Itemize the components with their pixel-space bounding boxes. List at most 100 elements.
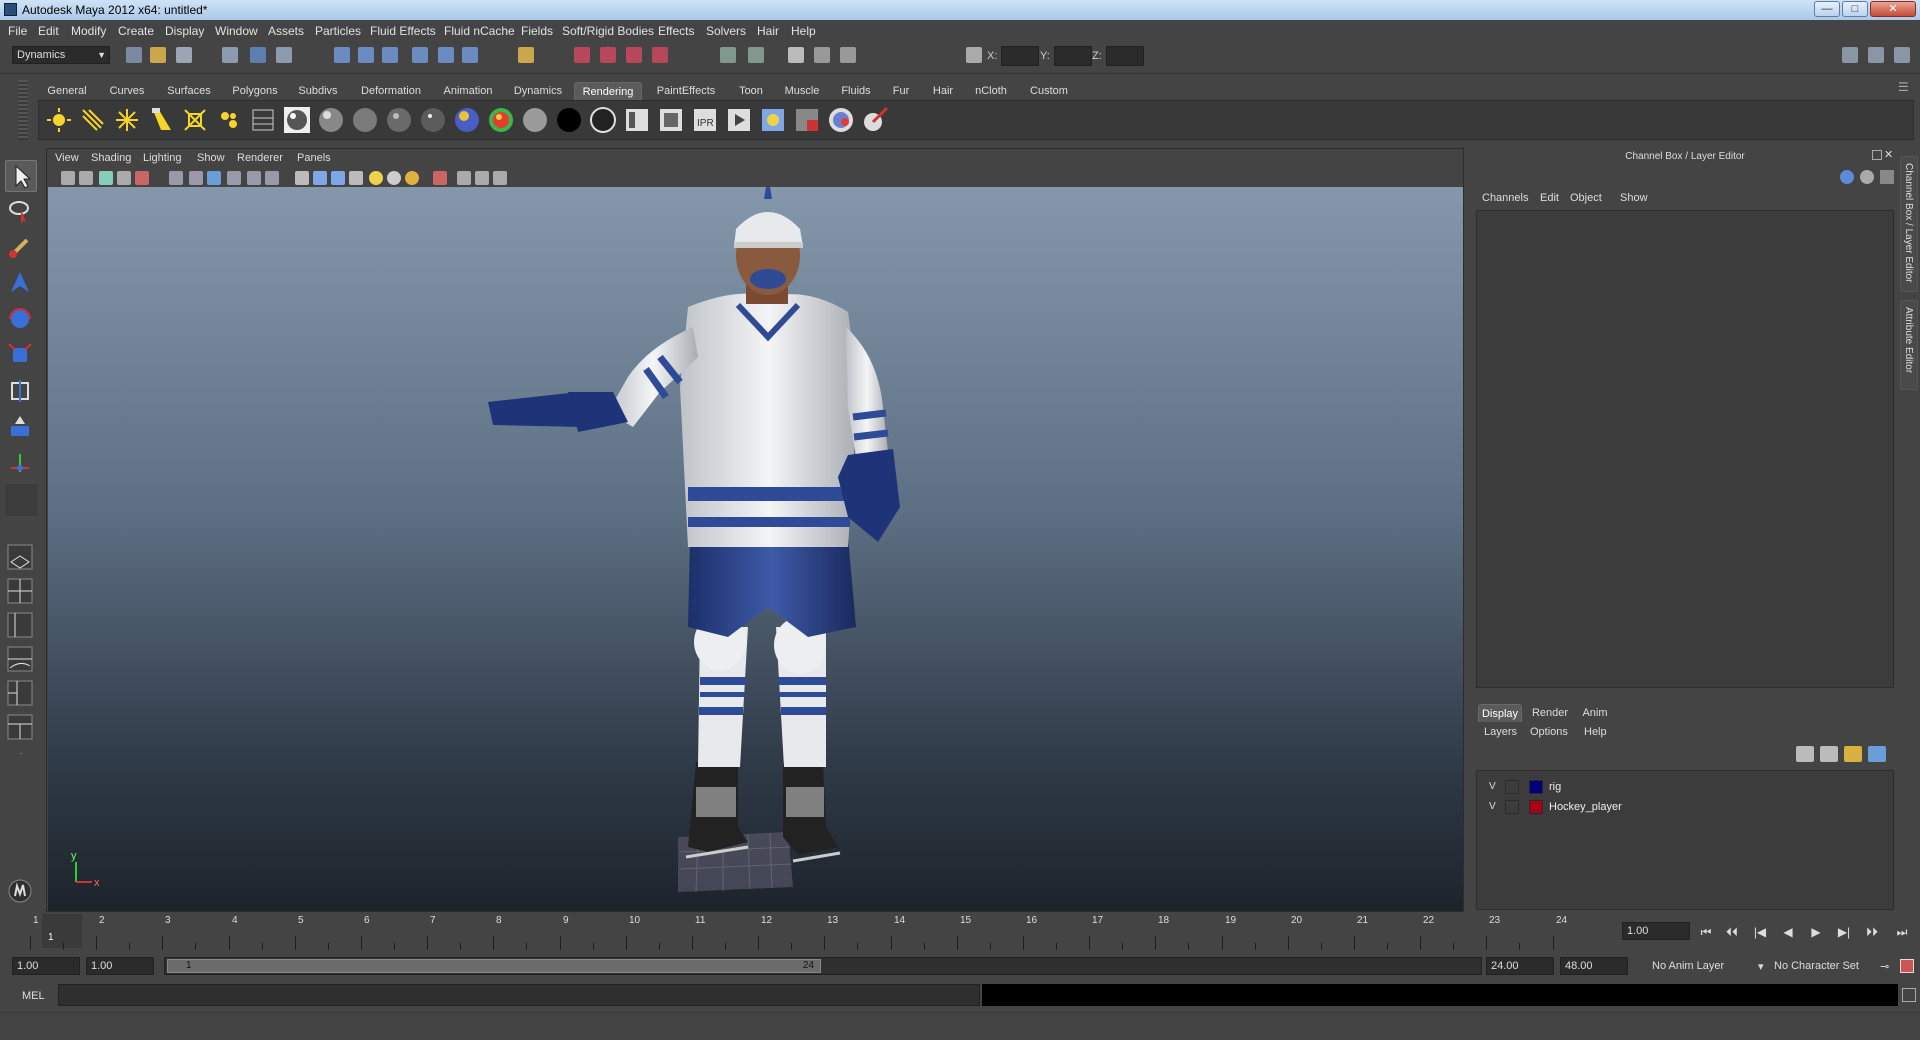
construction-history-icon[interactable]: [462, 47, 478, 63]
snap-point-icon[interactable]: [382, 47, 398, 63]
camera-tumble-icon[interactable]: [840, 47, 856, 63]
wireframe-icon[interactable]: [295, 171, 309, 185]
move-layer-down-icon[interactable]: [1820, 746, 1838, 762]
tab-deformation[interactable]: Deformation: [354, 82, 428, 100]
hypershade-status-icon[interactable]: [652, 47, 668, 63]
layer-row[interactable]: V rig: [1477, 779, 1893, 797]
maximize-button[interactable]: □: [1842, 1, 1868, 17]
select-hierarchy-icon[interactable]: [222, 47, 238, 63]
menu-fluid-effects[interactable]: Fluid Effects: [370, 24, 436, 38]
select-tool-icon[interactable]: [5, 160, 37, 192]
snap-grid-icon[interactable]: [334, 47, 350, 63]
playback-end-field[interactable]: 24.00: [1486, 957, 1554, 975]
shelf-handle[interactable]: [18, 80, 28, 140]
ipr-render-icon[interactable]: IPR: [691, 106, 719, 134]
panel-menu-shading[interactable]: Shading: [91, 152, 131, 164]
textured-icon[interactable]: [349, 171, 363, 185]
toolbox-more-icon[interactable]: ·: [5, 748, 37, 762]
panel-menu-panels[interactable]: Panels: [297, 152, 331, 164]
tab-muscle[interactable]: Muscle: [780, 82, 824, 100]
layer-template-toggle[interactable]: [1505, 800, 1519, 814]
isolate-select-icon[interactable]: [433, 171, 447, 185]
tab-polygons[interactable]: Polygons: [228, 82, 282, 100]
layer-color-swatch[interactable]: [1529, 800, 1543, 814]
layer-template-toggle[interactable]: [1505, 780, 1519, 794]
grid-toggle-icon[interactable]: [169, 171, 183, 185]
close-panel-icon[interactable]: ✕: [1884, 148, 1893, 161]
playback-range-handle[interactable]: 1 24: [167, 959, 821, 973]
animation-preferences-icon[interactable]: [1900, 959, 1914, 973]
soft-modification-tool-icon[interactable]: [5, 412, 37, 444]
xray-icon[interactable]: [457, 171, 471, 185]
layer-name[interactable]: Hockey_player: [1549, 801, 1622, 813]
directional-light-icon[interactable]: [79, 106, 107, 134]
render-layer-icon[interactable]: [793, 106, 821, 134]
area-light-icon[interactable]: [181, 106, 209, 134]
playback-range-bar[interactable]: 1 24: [164, 957, 1482, 975]
new-layer-icon[interactable]: [1844, 746, 1862, 762]
use-all-lights-icon[interactable]: [387, 171, 401, 185]
snap-curve-icon[interactable]: [358, 47, 374, 63]
tab-fluids[interactable]: Fluids: [834, 82, 878, 100]
move-layer-up-icon[interactable]: [1796, 746, 1814, 762]
menu-edit[interactable]: Edit: [38, 24, 59, 38]
four-view-layout-icon[interactable]: [5, 576, 37, 608]
menu-soft-rigid-bodies[interactable]: Soft/Rigid Bodies: [562, 24, 654, 38]
hypershade-icon[interactable]: [759, 106, 787, 134]
phong-e-material-icon[interactable]: [419, 106, 447, 134]
render-frame-icon[interactable]: [574, 47, 590, 63]
camera-attributes-icon[interactable]: [79, 171, 93, 185]
menu-display[interactable]: Display: [165, 24, 204, 38]
move-tool-icon[interactable]: [5, 268, 37, 300]
anisotropic-material-icon[interactable]: [385, 106, 413, 134]
layer-visibility-toggle[interactable]: V: [1489, 801, 1496, 812]
menu-help[interactable]: Help: [791, 24, 816, 38]
safe-action-icon[interactable]: [265, 171, 279, 185]
show-attribute-icon[interactable]: [748, 47, 764, 63]
field-chart-icon[interactable]: [247, 171, 261, 185]
gate-mask-icon[interactable]: [227, 171, 241, 185]
edit-menu[interactable]: Edit: [1540, 192, 1559, 204]
float-panel-icon[interactable]: [1872, 150, 1882, 160]
tab-hair[interactable]: Hair: [928, 82, 958, 100]
single-perspective-layout-icon[interactable]: [5, 542, 37, 574]
maya-app-icon[interactable]: [4, 3, 17, 16]
tab-animation[interactable]: Animation: [440, 82, 496, 100]
menu-particles[interactable]: Particles: [315, 24, 361, 38]
menu-modify[interactable]: Modify: [71, 24, 106, 38]
rotate-tool-icon[interactable]: [5, 304, 37, 336]
menu-create[interactable]: Create: [118, 24, 154, 38]
lasso-tool-icon[interactable]: [5, 196, 37, 228]
toggle-channel-box-icon[interactable]: [1894, 47, 1910, 63]
render-settings-status-icon[interactable]: [626, 47, 642, 63]
two-d-pan-zoom-icon[interactable]: [135, 171, 149, 185]
layers-menu[interactable]: Layers: [1484, 726, 1517, 738]
film-gate-icon[interactable]: [189, 171, 203, 185]
panel-menu-renderer[interactable]: Renderer: [237, 152, 283, 164]
tab-display[interactable]: Display: [1478, 704, 1522, 722]
animation-end-field[interactable]: 48.00: [1560, 957, 1628, 975]
current-time-marker[interactable]: 1: [42, 914, 82, 948]
speed-icon[interactable]: [1860, 170, 1874, 184]
smooth-shade-icon[interactable]: [313, 171, 327, 185]
panel-menu-show[interactable]: Show: [197, 152, 225, 164]
current-frame-field[interactable]: 1.00: [1622, 922, 1690, 940]
tab-custom[interactable]: Custom: [1024, 82, 1074, 100]
batch-render-icon[interactable]: [725, 106, 753, 134]
xray-joints-icon[interactable]: [475, 171, 489, 185]
bookmarks-icon[interactable]: [99, 171, 113, 185]
menu-window[interactable]: Window: [215, 24, 258, 38]
mental-ray-icon[interactable]: [827, 106, 855, 134]
shadows-icon[interactable]: [405, 171, 419, 185]
hotbox-icon[interactable]: [5, 876, 37, 908]
menu-solvers[interactable]: Solvers: [706, 24, 746, 38]
select-camera-icon[interactable]: [61, 171, 75, 185]
side-tab-channel-box[interactable]: Channel Box / Layer Editor: [1900, 156, 1918, 292]
layer-row[interactable]: V Hockey_player: [1477, 799, 1893, 817]
layer-name[interactable]: rig: [1549, 781, 1561, 793]
select-component-icon[interactable]: [276, 47, 292, 63]
tab-dynamics[interactable]: Dynamics: [508, 82, 568, 100]
show-modeling-toolkit-icon[interactable]: [720, 47, 736, 63]
anim-layer-select[interactable]: No Anim Layer: [1652, 960, 1724, 972]
layered-shader-icon[interactable]: [487, 106, 515, 134]
